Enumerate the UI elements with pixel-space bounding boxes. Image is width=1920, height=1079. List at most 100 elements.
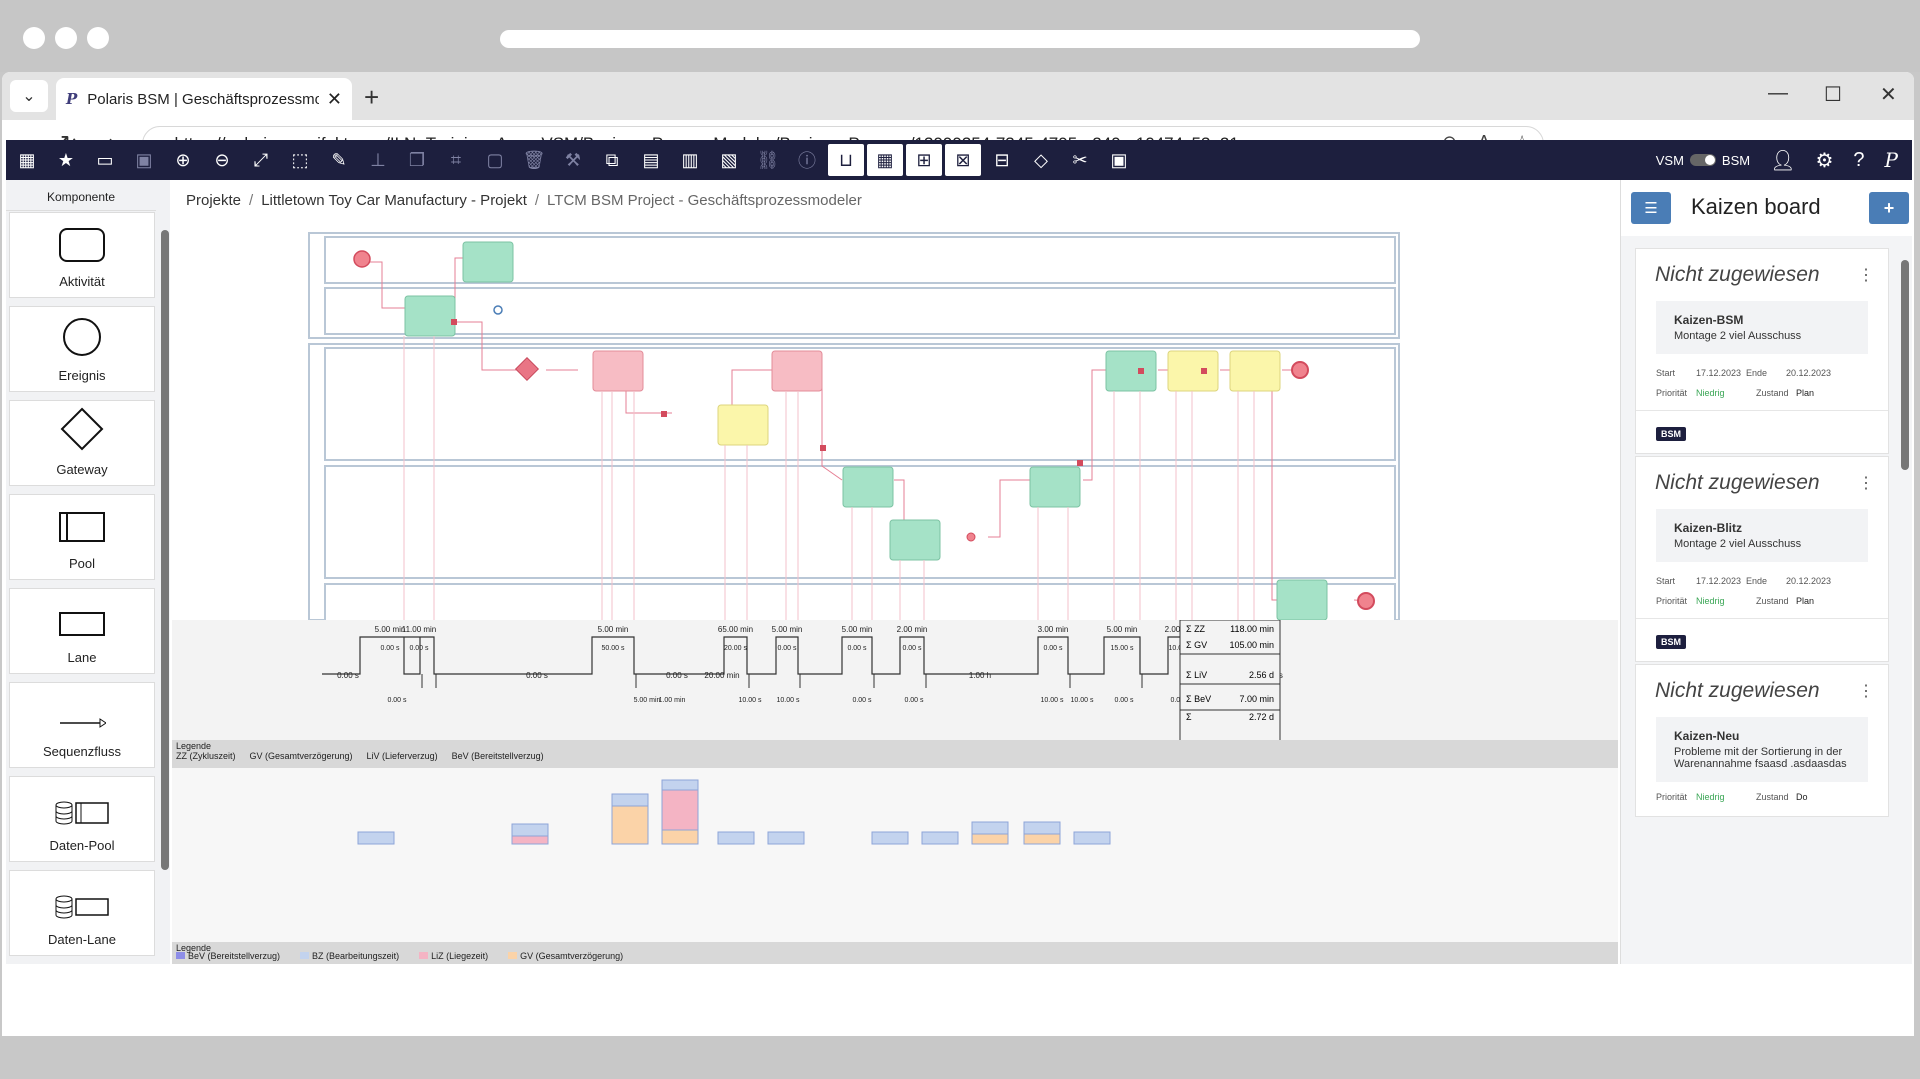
timeline-toggle-icon[interactable]: ⊔ bbox=[828, 144, 864, 176]
hierarchy-icon[interactable]: ⊟ bbox=[984, 144, 1020, 176]
browser-tab[interactable]: P Polaris BSM | Geschäftsprozessmo ✕ bbox=[56, 78, 352, 120]
task-yellow-3 bbox=[1229, 350, 1281, 392]
summary-box bbox=[1179, 619, 1281, 747]
tools-icon[interactable]: ✂ bbox=[1062, 144, 1098, 176]
crop-icon[interactable]: ⌗ bbox=[438, 144, 474, 176]
gateway-diamond-icon bbox=[60, 407, 104, 454]
task-green-4 bbox=[889, 519, 941, 561]
start-label: Start bbox=[1656, 368, 1676, 378]
apps-grid-icon[interactable]: ▦ bbox=[9, 144, 45, 176]
settings-gear-icon[interactable]: ⚙ bbox=[1815, 148, 1833, 173]
palette-item-pool[interactable]: Pool bbox=[9, 494, 155, 580]
jpg-export-icon[interactable]: ▥ bbox=[672, 144, 708, 176]
gateway-tool-icon[interactable]: ◇ bbox=[1023, 144, 1059, 176]
fit-screen-icon[interactable]: ⤢ bbox=[243, 144, 279, 176]
mode-toggle[interactable] bbox=[1689, 154, 1716, 166]
kaizen-scroll-thumb[interactable] bbox=[1901, 260, 1909, 470]
bar-legend-entry: LiZ (Liegezeit) bbox=[419, 951, 488, 961]
kaizen-list-button[interactable]: ☰ bbox=[1631, 192, 1671, 224]
end-date: 20.12.2023 bbox=[1786, 576, 1832, 586]
palette-item-daten-pool[interactable]: Daten-Pool bbox=[9, 776, 155, 862]
end-label: Ende bbox=[1746, 576, 1768, 586]
breadcrumb-projects[interactable]: Projekte bbox=[186, 192, 241, 209]
state-label: Zustand bbox=[1756, 388, 1789, 398]
task-red-1 bbox=[592, 350, 644, 392]
close-window-button[interactable]: ✕ bbox=[1880, 82, 1897, 107]
polaris-logo-icon: P bbox=[66, 90, 78, 108]
svg-export-icon[interactable]: ▧ bbox=[711, 144, 747, 176]
analysis-icon[interactable]: ⊞ bbox=[906, 144, 942, 176]
state-value: Do bbox=[1796, 792, 1808, 802]
delay-bar-segment bbox=[357, 831, 395, 845]
wait-time-label: 0.00 s bbox=[904, 697, 924, 704]
summary-value: 2.72 d bbox=[1249, 712, 1274, 722]
more-options-icon[interactable]: ⋮ bbox=[1858, 473, 1874, 493]
inner-time-label: 0.00 s bbox=[777, 645, 797, 652]
priority-label: Priorität bbox=[1656, 792, 1688, 802]
bpmn-diagram[interactable] bbox=[172, 220, 1618, 625]
timeline-legend: Legende ZZ (Zykluszeit) GV (Gesamtverzöge… bbox=[172, 740, 1618, 768]
image-export-icon[interactable]: ⧉ bbox=[594, 144, 630, 176]
user-icon[interactable]: 👤︎ bbox=[1770, 148, 1795, 173]
summary-label: Σ ZZ bbox=[1186, 624, 1206, 634]
end-date: 20.12.2023 bbox=[1786, 368, 1832, 378]
favorites-star-icon[interactable]: ★ bbox=[48, 144, 84, 176]
pen-icon[interactable]: ✎ bbox=[321, 144, 357, 176]
bar-legend-entry: BZ (Bearbeitungszeit) bbox=[300, 951, 399, 961]
copy-icon[interactable]: ❐ bbox=[399, 144, 435, 176]
breadcrumb-project[interactable]: Littletown Toy Car Manufactury - Projekt bbox=[261, 192, 527, 209]
inner-time-label: 0.00 s bbox=[409, 645, 429, 652]
kaizen-status: Priorität Niedrig Zustand Plan bbox=[1636, 388, 1888, 398]
select-icon[interactable]: ⬚ bbox=[282, 144, 318, 176]
close-tab-icon[interactable]: ✕ bbox=[327, 89, 342, 110]
kaizen-scrollbar[interactable] bbox=[1898, 240, 1912, 960]
legend-entry: ZZ (Zykluszeit) bbox=[176, 751, 236, 761]
png-export-icon[interactable]: ▤ bbox=[633, 144, 669, 176]
tab-list-button[interactable]: ⌄ bbox=[10, 80, 48, 112]
minimize-button[interactable]: — bbox=[1768, 82, 1788, 105]
kaizen-card[interactable]: Nicht zugewiesen ⋮ Kaizen-BSM Montage 2 vie… bbox=[1635, 248, 1889, 454]
end-event-1 bbox=[1291, 361, 1309, 379]
more-options-icon[interactable]: ⋮ bbox=[1858, 681, 1874, 701]
legend-entries: ZZ (Zykluszeit) GV (Gesamtverzögerung) LiV… bbox=[176, 751, 1614, 761]
help-icon[interactable]: ? bbox=[1853, 149, 1864, 172]
maximize-button[interactable]: ☐ bbox=[1824, 82, 1842, 107]
format-paint-icon[interactable]: ⚒ bbox=[555, 144, 591, 176]
kaizen-card[interactable]: Nicht zugewiesen ⋮ Kaizen-Neu Probleme mit … bbox=[1635, 664, 1889, 817]
kaizen-name: Kaizen-BSM bbox=[1674, 313, 1744, 327]
palette-item-aktivit-t[interactable]: Aktivität bbox=[9, 212, 155, 298]
palette-scrollbar[interactable] bbox=[158, 210, 170, 954]
report-icon[interactable]: ⊠ bbox=[945, 144, 981, 176]
palette-item-sequenzfluss[interactable]: Sequenzfluss bbox=[9, 682, 155, 768]
table-view-icon[interactable]: ▦ bbox=[867, 144, 903, 176]
palette-item-daten-lane[interactable]: Daten-Lane bbox=[9, 870, 155, 956]
delete-icon[interactable]: 🗑︎ bbox=[516, 144, 552, 176]
priority-value: Niedrig bbox=[1696, 792, 1725, 802]
layout-icon[interactable]: ▭ bbox=[87, 144, 123, 176]
info-icon[interactable]: ⓘ bbox=[789, 144, 825, 176]
zoom-in-icon[interactable]: ⊕ bbox=[165, 144, 201, 176]
calculator-icon[interactable]: ▣ bbox=[1101, 144, 1137, 176]
kaizen-card[interactable]: Nicht zugewiesen ⋮ Kaizen-Blitz Montage 2 v… bbox=[1635, 456, 1889, 662]
palette-scroll-thumb[interactable] bbox=[161, 230, 169, 870]
palette-item-lane[interactable]: Lane bbox=[9, 588, 155, 674]
inner-time-label: 20.00 s bbox=[724, 645, 747, 652]
link-icon[interactable]: ⛓ bbox=[750, 144, 786, 176]
frame-icon[interactable]: ▢ bbox=[477, 144, 513, 176]
bar-legend-entry: GV (Gesamtverzögerung) bbox=[508, 951, 623, 961]
kaizen-add-button[interactable]: + bbox=[1869, 192, 1909, 224]
delay-bar-segment bbox=[611, 805, 649, 845]
task-green-6 bbox=[1105, 350, 1157, 392]
more-options-icon[interactable]: ⋮ bbox=[1858, 265, 1874, 285]
polaris-brand-icon: P bbox=[1884, 148, 1898, 172]
new-tab-button[interactable]: + bbox=[364, 82, 379, 113]
save-icon[interactable]: ▣ bbox=[126, 144, 162, 176]
tab-title: Polaris BSM | Geschäftsprozessmo bbox=[87, 90, 319, 108]
stamp-icon[interactable]: ⊥ bbox=[360, 144, 396, 176]
palette-item-ereignis[interactable]: Ereignis bbox=[9, 306, 155, 392]
process-canvas[interactable] bbox=[172, 220, 1618, 625]
kaizen-dates: Start 17.12.2023 Ende 20.12.2023 bbox=[1636, 368, 1888, 378]
zoom-out-tool-icon[interactable]: ⊖ bbox=[204, 144, 240, 176]
palette-item-gateway[interactable]: Gateway bbox=[9, 400, 155, 486]
palette-item-label: Ereignis bbox=[58, 368, 106, 383]
